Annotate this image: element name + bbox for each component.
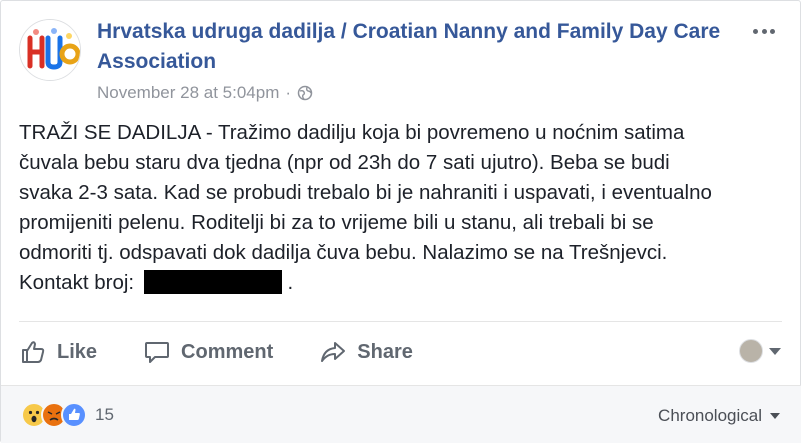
like-button[interactable]: Like xyxy=(19,338,97,366)
like-thumb xyxy=(69,408,80,420)
more-options-icon[interactable] xyxy=(749,21,779,41)
globe-icon[interactable] xyxy=(297,85,313,101)
share-label: Share xyxy=(357,340,413,363)
audience-selector[interactable] xyxy=(739,339,781,363)
post-body: TRAŽI SE DADILJA - Tražimo dadilju koja … xyxy=(19,118,779,298)
page-name-link[interactable]: Hrvatska udruga dadilja / Croatian Nanny… xyxy=(97,17,737,77)
chevron-down-icon xyxy=(769,347,781,355)
user-avatar xyxy=(739,339,763,363)
sort-label: Chronological xyxy=(658,406,762,425)
comment-button[interactable]: Comment xyxy=(143,338,273,366)
more-dot xyxy=(770,28,775,34)
post-line: TRAŽI SE DADILJA - Tražimo dadilju koja … xyxy=(19,121,685,144)
comment-sort-dropdown[interactable]: Chronological xyxy=(658,406,780,426)
divider xyxy=(19,321,782,322)
post-header: Hrvatska udruga dadilja / Croatian Nanny… xyxy=(19,15,779,105)
post-line: promijeniti pelenu. Roditelji bi za to v… xyxy=(19,211,654,234)
more-dot xyxy=(753,28,758,34)
meta-separator: · xyxy=(285,83,292,102)
contact-line: Kontakt broj: . xyxy=(19,268,779,298)
reactions-summary[interactable]: 15 xyxy=(21,402,114,428)
action-bar: Like Comment Share xyxy=(19,327,781,377)
like-icon xyxy=(61,402,87,428)
share-icon xyxy=(321,342,346,362)
post-line: svaka 2-3 sata. Kad se probudi trebalo b… xyxy=(19,181,712,204)
post-meta: November 28 at 5:04pm · xyxy=(97,83,313,103)
contact-label: Kontakt broj: xyxy=(19,271,135,294)
post-footer: 15 Chronological xyxy=(1,385,801,443)
comment-icon xyxy=(145,342,170,363)
post-timestamp[interactable]: November 28 at 5:04pm xyxy=(97,83,279,103)
post-card: Hrvatska udruga dadilja / Croatian Nanny… xyxy=(0,0,801,443)
comment-label: Comment xyxy=(181,340,274,363)
page-avatar[interactable] xyxy=(19,19,81,81)
more-dot xyxy=(761,28,767,34)
thumbs-up-icon xyxy=(22,341,45,363)
post-line: odmoriti tj. odspavati dok dadilja čuva … xyxy=(19,241,668,264)
page-logo xyxy=(20,20,80,80)
post-line: čuvala bebu staru dva tjedna (npr od 23h… xyxy=(19,151,670,174)
reaction-count: 15 xyxy=(95,405,114,424)
contact-end: . xyxy=(287,271,294,294)
share-button[interactable]: Share xyxy=(319,338,413,366)
redacted-phone-number xyxy=(143,270,282,294)
like-label: Like xyxy=(57,340,98,363)
chevron-down-icon xyxy=(770,413,780,419)
